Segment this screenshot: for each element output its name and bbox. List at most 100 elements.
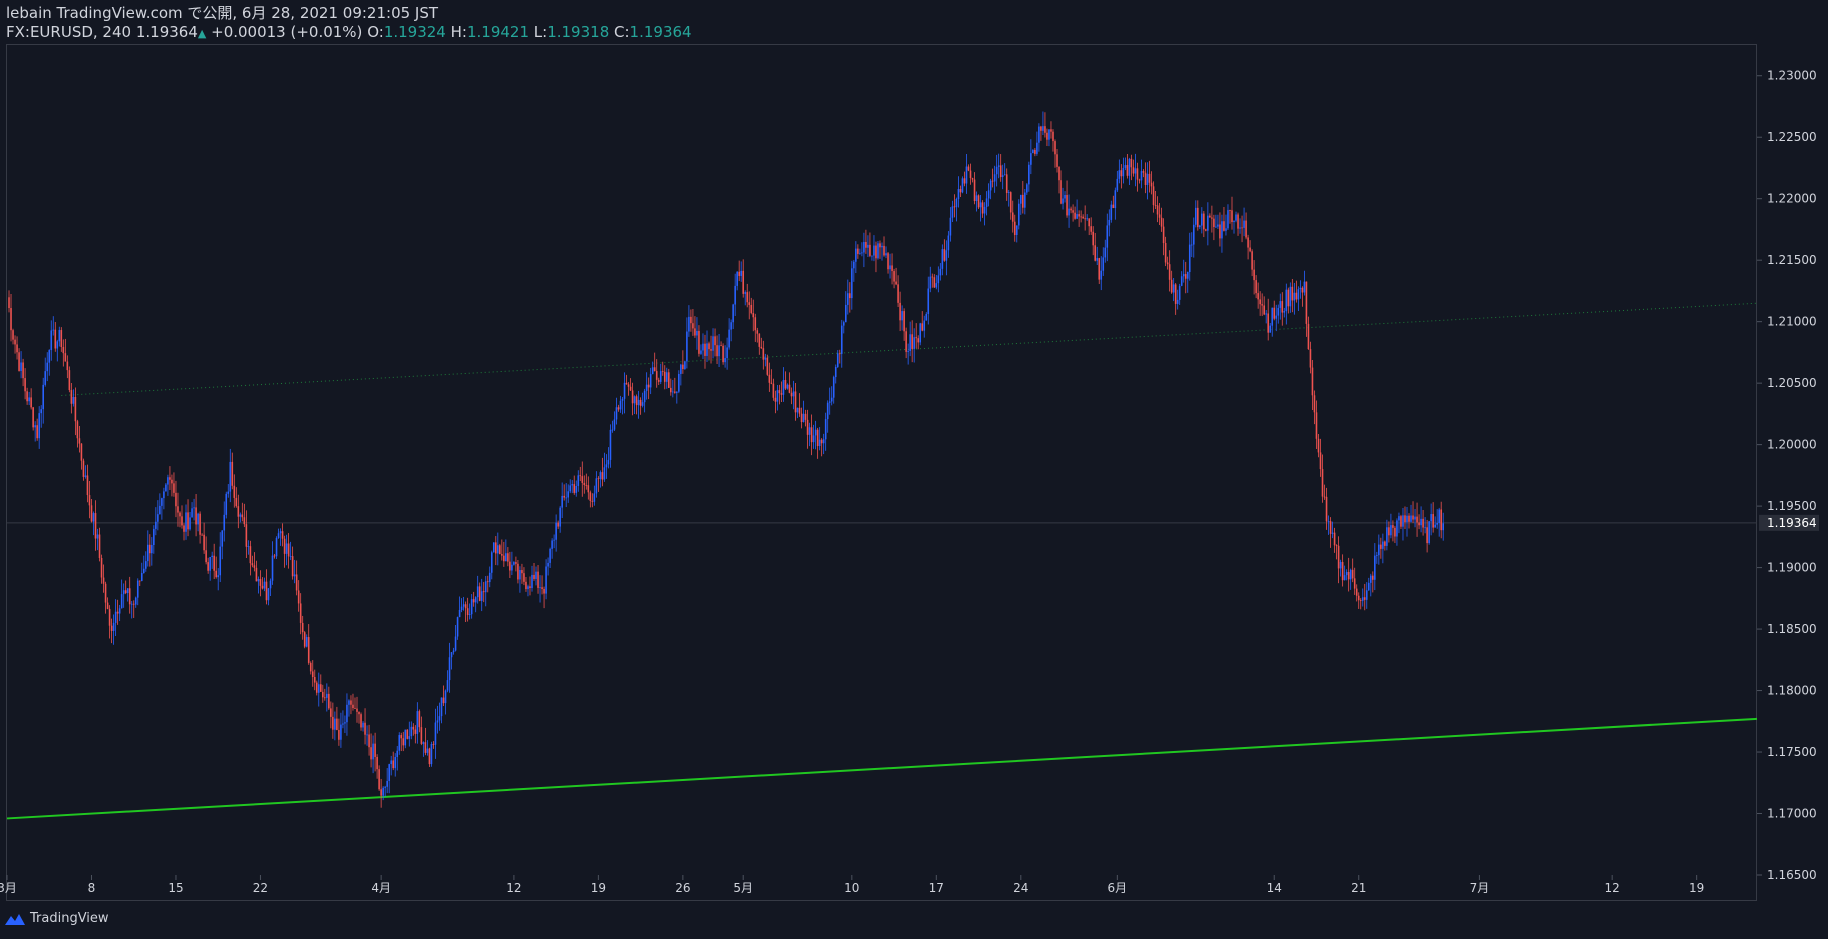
candle-body [1084,218,1086,220]
candle-body [126,588,129,594]
candle-body [450,652,453,658]
candle-body [1032,149,1034,154]
candle-body [738,271,740,276]
candle-body [1412,515,1414,520]
candle-body [478,586,481,601]
candle-body [1345,571,1348,576]
candle-body [1090,226,1092,232]
candle-body [432,743,435,745]
candle-body [585,485,588,486]
candle-body [917,338,920,343]
candle-body [517,563,519,580]
candle-body [768,374,771,383]
candle-body [987,190,990,199]
candle-body [221,530,224,547]
candle-body [1247,237,1249,248]
candle-body [1299,287,1302,290]
candle-body [82,460,85,477]
candle-body [539,587,541,589]
candle-body [939,268,942,276]
candle-body [1273,307,1276,319]
candle-body [1062,198,1064,204]
candle-body [297,590,300,604]
candle-body [191,508,193,518]
candle-body [330,708,332,717]
candle-body [1024,192,1026,208]
candle-body [110,625,113,631]
candle-body [1361,597,1364,601]
candle-body [1343,575,1346,581]
candle-body [88,495,91,506]
candle-body [1182,274,1185,277]
candle-body [1174,284,1177,304]
candle-body [736,271,738,286]
candle-body [605,464,608,468]
candle-body [601,472,604,480]
trend-line-dotted [61,302,1758,396]
candle-body [1068,208,1070,216]
candle-body [712,336,714,351]
time-tick-label: 8 [88,881,96,895]
candle-body [985,198,988,207]
candle-body [1335,545,1338,547]
candle-body [778,390,781,394]
candle-body [396,750,399,757]
candle-body [857,248,859,254]
candle-body [140,573,143,581]
candle-body [1321,469,1324,497]
candle-body [96,534,99,539]
candle-body [1372,575,1374,580]
candle-body [903,311,905,332]
candle-body [1355,588,1358,596]
candle-body [1166,262,1169,265]
candle-body [569,485,572,492]
candle-body [12,330,14,340]
candle-body [460,606,463,611]
candle-body [1353,578,1356,589]
candle-body [531,574,533,588]
candle-body [94,513,97,539]
candle-body [1038,126,1040,143]
candle-body [1076,214,1078,219]
candle-body [901,311,903,321]
candle-body [147,544,149,562]
candle-body [627,384,630,387]
candle-body [541,587,543,589]
candle-body [448,657,451,681]
candle-body [949,217,952,236]
candle-body [1114,190,1117,209]
candle-body [607,459,610,465]
candle-body [74,396,77,422]
candle-body [165,484,167,492]
candle-body [78,438,81,444]
candle-body [911,334,913,349]
candle-body [1001,175,1004,178]
candle-body [698,330,700,354]
candle-body [1227,210,1229,229]
candle-body [416,711,419,734]
candle-body [583,482,586,486]
candle-body [951,206,954,218]
candle-body [1424,527,1426,529]
price-chart[interactable]: 1.23000 1.22500 1.22000 1.21500 1.21000 1.205… [0,0,1828,939]
candle-body [201,534,203,536]
candle-body [1251,251,1253,270]
candle-body [869,244,871,256]
candle-body [378,769,380,790]
candle-body [144,561,147,569]
candle-body [635,396,638,406]
candle-body [802,413,805,423]
candle-body [726,347,728,359]
time-tick-label: 7月 [1470,881,1490,895]
candle-body [205,550,207,563]
candle-body [515,562,517,564]
candle-body [118,608,121,614]
candle-body [362,722,364,728]
candle-body [603,467,606,480]
candle-body [199,513,201,535]
candle-body [965,166,968,184]
candle-body [1233,220,1235,223]
candle-body [1414,516,1416,520]
candle-body [760,346,763,349]
candle-body [834,366,837,378]
